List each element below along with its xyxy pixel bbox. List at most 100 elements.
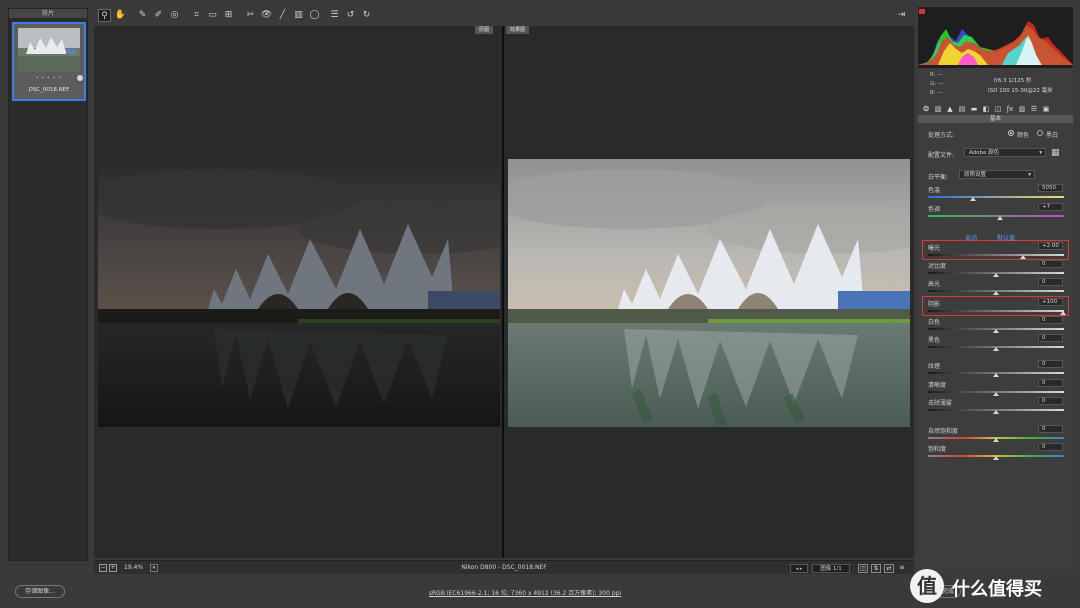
saturation-label: 饱和度: [928, 446, 947, 453]
dehaze-value[interactable]: 0: [1038, 397, 1063, 405]
clarity-label: 清晰度: [928, 382, 947, 389]
exposure-value[interactable]: +2.00: [1038, 242, 1063, 250]
vibrance-slider-handle[interactable]: [993, 438, 999, 442]
spot-removal-tool-icon[interactable]: ✂: [244, 9, 257, 22]
temp-value[interactable]: 5050: [1038, 184, 1063, 192]
workflow-options-link[interactable]: sRGB IEC61966-2.1; 16 位; 7360 x 4912 (36…: [0, 588, 1050, 597]
tab-hsl-icon[interactable]: ▤: [957, 104, 967, 114]
wb-dropdown[interactable]: 原照设置 ▾: [959, 170, 1035, 179]
image-count: 图像 1/1: [812, 564, 850, 573]
zoom-tool-icon[interactable]: ⚲: [98, 9, 111, 22]
straighten-tool-icon[interactable]: ▭: [206, 9, 219, 22]
tab-lens-icon[interactable]: ◧: [981, 104, 991, 114]
temp-slider-handle[interactable]: [969, 197, 976, 201]
open-fullscreen-icon[interactable]: ⇥: [895, 9, 908, 22]
vibrance-value[interactable]: 0: [1038, 425, 1063, 433]
readout-g: G: ---: [930, 81, 944, 87]
iso-lens: ISO 100 15-30@22 毫米: [988, 88, 1053, 94]
white-balance-tool-icon[interactable]: ✎: [136, 9, 149, 22]
after-photo: [508, 159, 910, 427]
tab-effects-icon[interactable]: ƒx: [1005, 104, 1015, 114]
graduated-filter-icon[interactable]: ▥: [292, 9, 305, 22]
readout-r: R: ---: [930, 72, 944, 78]
highlights-slider-handle[interactable]: [993, 291, 999, 295]
tab-basic-icon[interactable]: ❂: [921, 104, 931, 114]
histogram: [918, 7, 1073, 68]
texture-slider-handle[interactable]: [993, 373, 999, 377]
vibrance-label: 自然饱和度: [928, 428, 959, 435]
rotate-right-icon[interactable]: ↻: [360, 9, 373, 22]
contrast-slider-handle[interactable]: [993, 273, 999, 277]
wb-label: 白平衡:: [928, 174, 949, 181]
tint-slider-handle[interactable]: [997, 216, 1004, 220]
before-photo: [98, 159, 500, 427]
after-label: 效果图: [506, 26, 530, 34]
preview-canvas[interactable]: 原图 效果图: [94, 26, 914, 558]
shadow-clipping-warning-icon[interactable]: [919, 9, 925, 14]
temp-label: 色温: [928, 187, 941, 194]
exposure-slider-handle[interactable]: [1020, 255, 1027, 259]
tab-detail-icon[interactable]: ▲: [945, 104, 955, 114]
whites-value[interactable]: 0: [1038, 316, 1063, 324]
treatment-bw-radio[interactable]: [1037, 130, 1043, 136]
shadows-slider-handle[interactable]: [1059, 311, 1066, 315]
exposure-label: 曝光: [928, 245, 941, 252]
copy-settings-icon[interactable]: ⇄: [884, 564, 894, 573]
dehaze-slider-handle[interactable]: [993, 410, 999, 414]
tab-snapshots-icon[interactable]: ▣: [1041, 104, 1051, 114]
image-nav-buttons[interactable]: ◂ ▸: [790, 564, 808, 573]
red-eye-tool-icon[interactable]: 👁: [260, 9, 273, 22]
tab-presets-icon[interactable]: ☰: [1029, 104, 1039, 114]
profile-browser-icon[interactable]: ▦: [1051, 148, 1062, 158]
tab-calibration-icon[interactable]: ▥: [1017, 104, 1027, 114]
filmstrip-thumbnail[interactable]: • • • • • DSC_0018.NEF: [12, 22, 86, 101]
tab-transform-icon[interactable]: ◫: [993, 104, 1003, 114]
filmstrip-panel: 胶片 • • • • • DSC_0018.NEF: [8, 8, 88, 561]
color-sampler-tool-icon[interactable]: ✐: [152, 9, 165, 22]
whites-slider-handle[interactable]: [993, 329, 999, 333]
crop-tool-icon[interactable]: ⌗: [190, 9, 203, 22]
adjustment-brush-icon[interactable]: ╱: [276, 9, 289, 22]
preferences-icon[interactable]: ☰: [328, 9, 341, 22]
image-info: R: --- G: --- B: --- f/6.3 1/125 秒 ISO 1…: [918, 70, 1073, 102]
swap-settings-icon[interactable]: ⇅: [871, 564, 881, 573]
tab-tone-curve-icon[interactable]: ▧: [933, 104, 943, 114]
tint-slider-track[interactable]: [928, 215, 1064, 217]
saturation-value[interactable]: 0: [1038, 443, 1063, 451]
thumbnail-filename: DSC_0018.NEF: [28, 87, 70, 93]
thumbnail-rating[interactable]: • • • • •: [14, 75, 84, 80]
contrast-value[interactable]: 0: [1038, 260, 1063, 268]
hand-tool-icon[interactable]: ✋: [114, 9, 127, 22]
view-settings-icon[interactable]: ≡: [897, 564, 907, 573]
blacks-slider-handle[interactable]: [993, 347, 999, 351]
texture-value[interactable]: 0: [1038, 360, 1063, 368]
temp-slider-track[interactable]: [928, 196, 1064, 198]
transform-tool-icon[interactable]: ⊞: [222, 9, 235, 22]
blacks-label: 黑色: [928, 337, 941, 344]
targeted-adjustment-tool-icon[interactable]: ◎: [168, 9, 181, 22]
chevron-down-icon: ▾: [1039, 150, 1042, 156]
canvas-footer: − + 19.4% ▾ Nikon D800 - DSC_0018.NEF ◂ …: [94, 560, 914, 574]
rotate-left-icon[interactable]: ↺: [344, 9, 357, 22]
whites-label: 白色: [928, 319, 941, 326]
treatment-bw-label: 黑白: [1046, 132, 1059, 139]
radial-filter-icon[interactable]: ◯: [308, 9, 321, 22]
auto-link[interactable]: 自动: [965, 233, 977, 242]
shadows-slider-track[interactable]: [928, 310, 1064, 312]
saturation-slider-handle[interactable]: [993, 456, 999, 460]
clarity-value[interactable]: 0: [1038, 379, 1063, 387]
tab-split-toning-icon[interactable]: ▬: [969, 104, 979, 114]
tint-value[interactable]: +7: [1038, 203, 1063, 211]
profile-dropdown[interactable]: Adobe 颜色 ▾: [964, 148, 1046, 157]
tool-bar: ⚲ ✋ ✎ ✐ ◎ ⌗ ▭ ⊞ ✂ 👁 ╱ ▥ ◯ ☰ ↺ ↻ ⇥: [94, 7, 914, 25]
blacks-value[interactable]: 0: [1038, 334, 1063, 342]
default-link[interactable]: 默认值: [997, 233, 1015, 242]
treatment-color-radio[interactable]: [1008, 130, 1014, 136]
clarity-slider-handle[interactable]: [993, 392, 999, 396]
contrast-label: 对比度: [928, 263, 947, 270]
before-after-view-icon[interactable]: ◫: [858, 564, 868, 573]
shadows-value[interactable]: +100: [1038, 298, 1063, 306]
highlights-value[interactable]: 0: [1038, 278, 1063, 286]
thumbnail-image: [18, 28, 80, 72]
exposure-slider-track[interactable]: [928, 254, 1064, 256]
